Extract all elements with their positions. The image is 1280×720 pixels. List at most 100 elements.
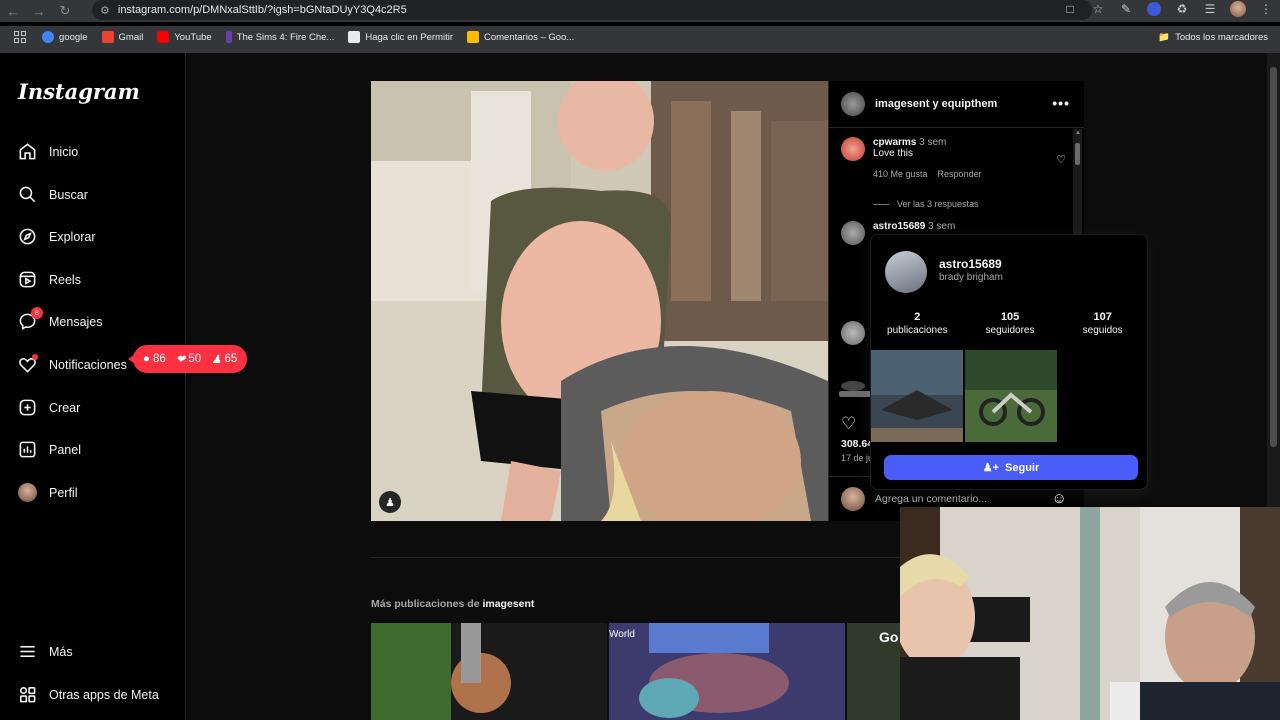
browser-toolbar: ← → ↻ ⚙ instagram.com/p/DMNxalSttIb/?igs… — [0, 0, 1280, 22]
sidebar-item-mas[interactable]: Más — [18, 642, 73, 661]
comment-input[interactable]: Agrega un comentario... — [875, 493, 987, 505]
sidebar-item-inicio[interactable]: Inicio — [18, 142, 78, 161]
plus-square-icon — [18, 398, 37, 417]
puzzle-extensions-icon[interactable]: ♻ — [1174, 1, 1190, 17]
more-posts-heading: Más publicaciones de imagesent — [371, 598, 535, 610]
activity-tooltip[interactable]: ● 86 ❤ 50 ♟ 65 — [127, 345, 248, 373]
follow-button[interactable]: ♟+ Seguir — [884, 455, 1138, 480]
post-image[interactable]: ♟ — [371, 81, 828, 521]
forward-icon[interactable]: → — [26, 0, 52, 22]
profile-hover-card: astro15689 brady brigham 2 publicaciones … — [870, 234, 1148, 490]
post-date: 17 de ju — [841, 453, 874, 463]
more-posts-user[interactable]: imagesent — [482, 598, 534, 610]
sidebar-item-explorar[interactable]: Explorar — [18, 227, 96, 246]
sidebar-item-crear[interactable]: Crear — [18, 398, 80, 417]
webcam-overlay — [900, 507, 1280, 720]
commenter-avatar[interactable] — [841, 221, 865, 245]
author-avatar[interactable] — [841, 92, 865, 116]
comment-time: 3 sem — [928, 221, 956, 232]
profile-avatar[interactable] — [1230, 1, 1246, 17]
sidebar-item-perfil[interactable]: Perfil — [18, 483, 77, 502]
emoji-icon[interactable]: ☺ — [1052, 490, 1067, 507]
avatar — [841, 487, 865, 511]
sidebar-item-mensajes[interactable]: 8 Mensajes — [18, 307, 103, 331]
bookmark-sims[interactable]: The Sims 4: Fire Che... — [225, 31, 334, 43]
more-post-thumb[interactable] — [371, 623, 607, 720]
more-options-icon[interactable]: ••• — [1052, 95, 1070, 111]
folder-icon: 📁 — [1158, 31, 1171, 43]
sidebar-item-buscar[interactable]: Buscar — [18, 185, 88, 204]
post-author[interactable]: imagesent y equipthem — [875, 98, 997, 110]
notification-dot — [32, 354, 38, 360]
menu-icon — [18, 642, 37, 661]
page-icon — [348, 31, 361, 43]
sidebar-item-notificaciones[interactable]: Notificaciones — [18, 354, 127, 374]
reload-icon[interactable]: ↻ — [52, 0, 78, 22]
tagged-users-button[interactable]: ♟ — [379, 491, 401, 513]
bookmark-star-icon[interactable]: ☆ — [1090, 1, 1106, 17]
hover-card-avatar[interactable] — [885, 251, 927, 293]
add-person-icon: ♟+ — [982, 462, 1000, 474]
compass-icon — [18, 227, 37, 246]
bookmark-gmail[interactable]: Gmail — [101, 31, 143, 43]
meta-apps-icon — [18, 685, 37, 704]
site-settings-icon[interactable]: ⚙ — [100, 4, 110, 17]
comment-icon: ● — [143, 353, 150, 365]
drive-icon — [467, 31, 479, 43]
comment-user[interactable]: cpwarms — [873, 137, 916, 148]
view-replies-button[interactable]: Ver las 3 respuestas — [873, 199, 979, 209]
hover-card-post-thumb[interactable] — [965, 350, 1057, 442]
instagram-logo[interactable]: Instagram — [18, 79, 140, 104]
comment-item — [841, 321, 865, 345]
hover-card-username[interactable]: astro15689 — [939, 257, 1002, 271]
commenter-avatar[interactable] — [841, 137, 865, 161]
more-post-thumb[interactable]: World — [609, 623, 845, 720]
comment-user[interactable]: astro15689 — [873, 221, 925, 232]
more-post-thumb[interactable]: Go — [847, 623, 907, 720]
likes-count[interactable]: 308.64 — [841, 438, 873, 450]
hover-card-post-thumb[interactable] — [871, 350, 963, 442]
hover-card-fullname: brady brigham — [939, 272, 1003, 283]
back-icon[interactable]: ← — [0, 0, 26, 22]
sidebar-item-meta-apps[interactable]: Otras apps de Meta — [18, 685, 159, 704]
post-photo — [371, 81, 828, 521]
webcam-video — [900, 507, 1280, 720]
youtube-icon — [157, 31, 170, 43]
url-text: instagram.com/p/DMNxalSttIb/?igsh=bGNtaD… — [117, 4, 407, 16]
follow-count: ♟ 65 — [211, 353, 238, 366]
extension-icon[interactable] — [1146, 1, 1162, 17]
sidebar: Instagram Inicio Buscar Explorar Reels 8… — [0, 53, 186, 720]
messenger-icon: 8 — [18, 307, 43, 331]
reading-list-icon[interactable]: ☰ — [1202, 1, 1218, 17]
stat-followers[interactable]: 105 seguidores — [964, 311, 1057, 336]
like-post-icon[interactable]: ♡ — [841, 414, 856, 434]
hover-card-posts — [871, 350, 1057, 442]
sidebar-item-panel[interactable]: Panel — [18, 440, 81, 459]
bookmarks-bar: google Gmail YouTube The Sims 4: Fire Ch… — [0, 26, 1280, 48]
bookmark-youtube[interactable]: YouTube — [157, 31, 212, 43]
address-bar[interactable]: ⚙ instagram.com/p/DMNxalSttIb/?igsh=bGNt… — [92, 0, 1092, 20]
reply-button[interactable]: Responder — [938, 169, 982, 179]
scroll-up-icon[interactable]: ▲ — [1075, 130, 1081, 136]
like-count: ❤ 50 — [175, 353, 202, 366]
sims-icon — [225, 31, 232, 43]
comment-like-icon[interactable]: ♡ — [1056, 153, 1066, 166]
pen-extension-icon[interactable]: ✎ — [1118, 1, 1134, 17]
bookmark-google[interactable]: google — [42, 31, 88, 43]
bookmark-comentarios[interactable]: Comentarios – Goo... — [467, 31, 574, 43]
comment-likes[interactable]: 410 Me gusta — [873, 169, 928, 179]
stat-following[interactable]: 107 seguidos — [1056, 311, 1149, 336]
all-bookmarks[interactable]: 📁 Todos los marcadores — [1158, 32, 1268, 43]
thumb-label: Go — [879, 629, 899, 645]
reels-icon — [18, 270, 37, 289]
install-app-icon[interactable]: □ — [1062, 1, 1078, 17]
avatar — [18, 483, 37, 502]
apps-grid-icon[interactable] — [14, 31, 26, 43]
bookmark-permitir[interactable]: Haga clic en Permitir — [348, 31, 453, 43]
sidebar-item-reels[interactable]: Reels — [18, 270, 81, 289]
thumb-label: World — [609, 629, 635, 640]
heart-filled-icon: ❤ — [175, 354, 186, 366]
search-icon — [18, 185, 37, 204]
commenter-avatar[interactable] — [841, 321, 865, 345]
menu-kebab-icon[interactable]: ⋮ — [1258, 1, 1274, 17]
